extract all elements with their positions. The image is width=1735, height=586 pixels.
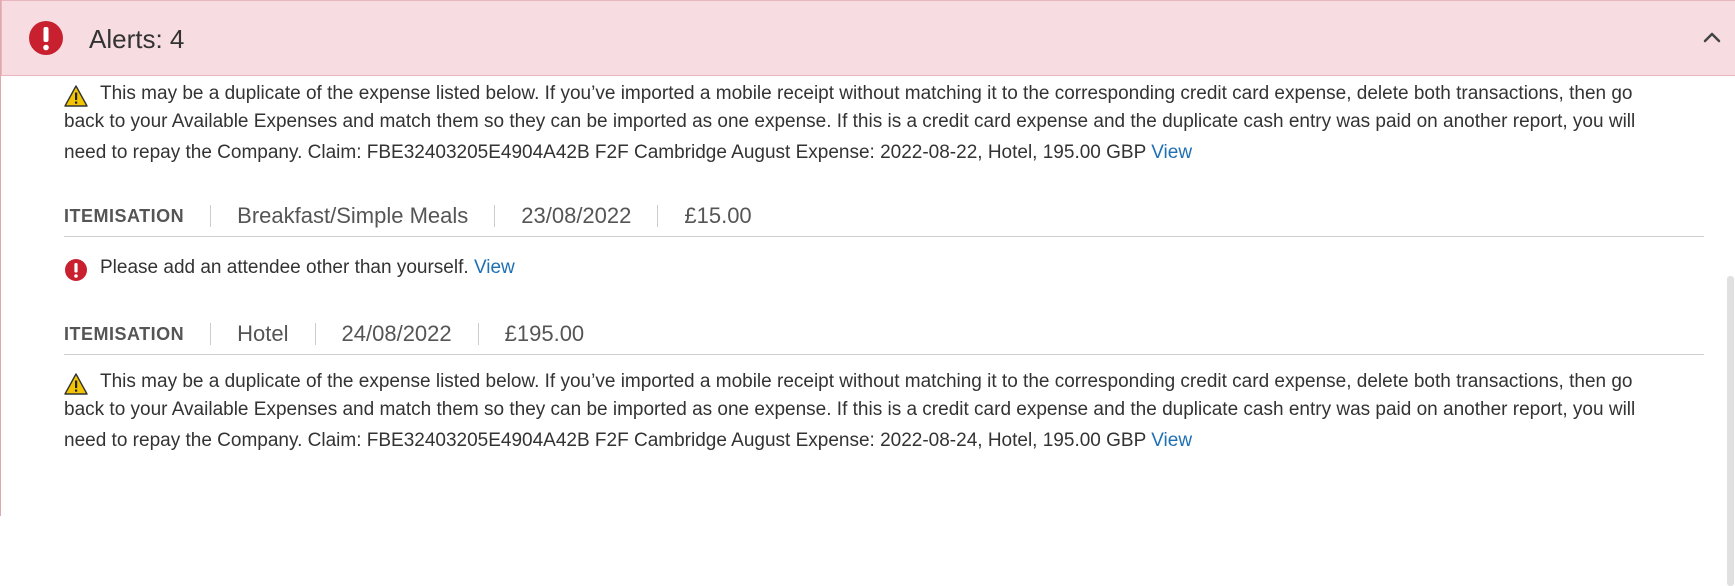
itemisation-label: ITEMISATION bbox=[64, 323, 185, 344]
view-link[interactable]: View bbox=[474, 257, 515, 278]
expense-amount: £15.00 bbox=[684, 203, 752, 228]
itemisation-label: ITEMISATION bbox=[64, 205, 185, 226]
expense-amount: £195.00 bbox=[504, 321, 585, 346]
attendee-error-alert: Please add an attendee other than yourse… bbox=[64, 254, 515, 282]
warning-triangle-icon bbox=[64, 373, 88, 395]
alert-text-line: back to your Available Expenses and matc… bbox=[64, 399, 1636, 420]
chevron-up-icon[interactable] bbox=[1700, 27, 1724, 47]
alert-text-line: This may be a duplicate of the expense l… bbox=[100, 371, 1633, 392]
expense-type: Hotel bbox=[237, 321, 289, 346]
alerts-header[interactable]: Alerts: 4 bbox=[1, 0, 1735, 76]
alert-text-line: need to repay the Company. Claim: FBE324… bbox=[64, 142, 1146, 163]
expense-date: 23/08/2022 bbox=[521, 203, 632, 228]
alert-text-line: need to repay the Company. Claim: FBE324… bbox=[64, 430, 1146, 451]
divider bbox=[494, 205, 496, 227]
alert-text-line: back to your Available Expenses and matc… bbox=[64, 111, 1636, 132]
divider bbox=[657, 205, 659, 227]
scrollbar-thumb[interactable] bbox=[1727, 276, 1734, 586]
alert-text-line: Please add an attendee other than yourse… bbox=[100, 257, 469, 278]
expense-type: Breakfast/Simple Meals bbox=[237, 203, 469, 228]
divider bbox=[210, 205, 212, 227]
duplicate-warning-alert: This may be a duplicate of the expense l… bbox=[64, 368, 1635, 455]
alert-circle-icon bbox=[29, 21, 63, 55]
view-link[interactable]: View bbox=[1151, 142, 1192, 163]
alerts-panel: Alerts: 4 This may be a duplicate of the… bbox=[0, 0, 1735, 586]
duplicate-warning-alert: This may be a duplicate of the expense l… bbox=[64, 80, 1635, 167]
itemisation-row: ITEMISATION Breakfast/Simple Meals 23/08… bbox=[64, 196, 1704, 237]
divider bbox=[210, 323, 212, 345]
scrollbar[interactable] bbox=[1726, 76, 1735, 586]
warning-triangle-icon bbox=[64, 85, 88, 107]
view-link[interactable]: View bbox=[1151, 430, 1192, 451]
expense-date: 24/08/2022 bbox=[341, 321, 452, 346]
alert-text-line: This may be a duplicate of the expense l… bbox=[100, 83, 1633, 104]
divider bbox=[314, 323, 316, 345]
itemisation-row: ITEMISATION Hotel 24/08/2022 £195.00 bbox=[64, 314, 1704, 355]
alerts-count-title: Alerts: 4 bbox=[89, 24, 185, 54]
divider bbox=[477, 323, 479, 345]
error-circle-icon bbox=[65, 259, 87, 281]
